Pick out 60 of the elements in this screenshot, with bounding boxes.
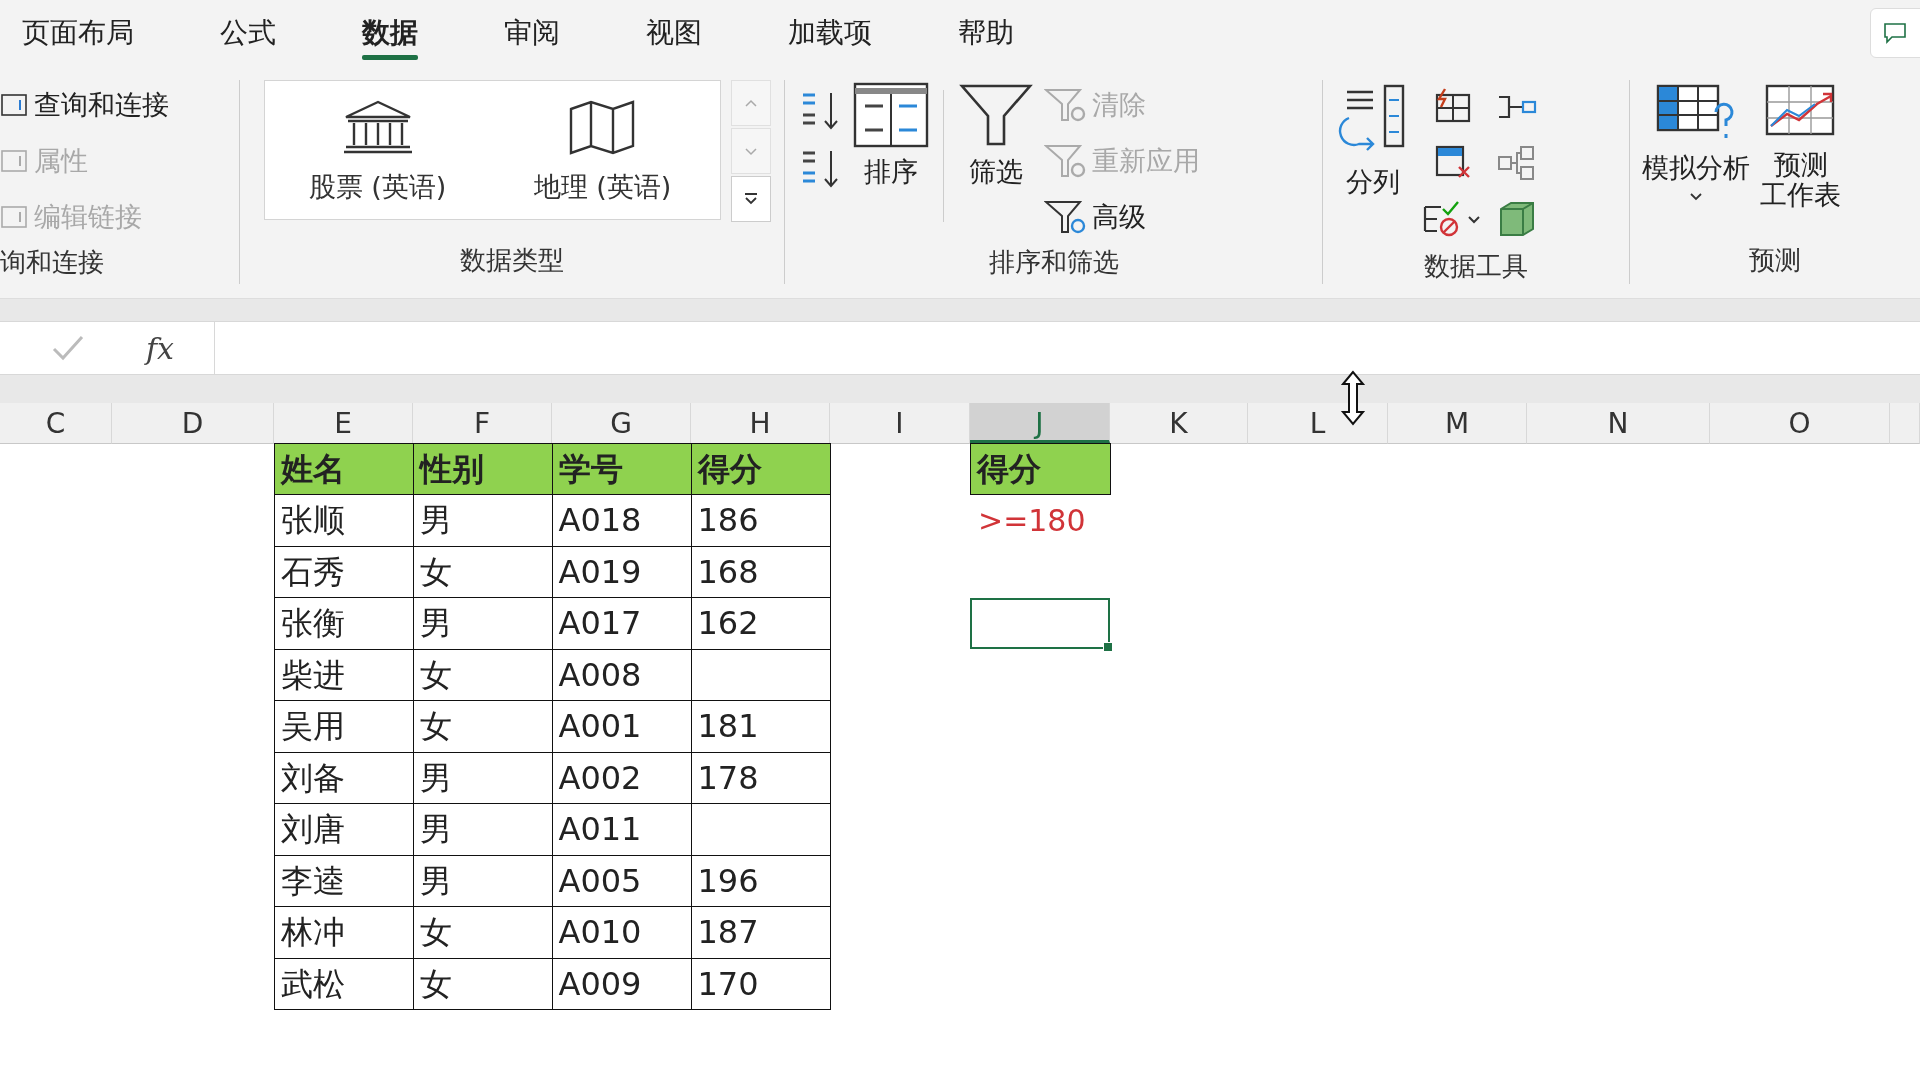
column-header[interactable]: I (830, 403, 970, 444)
column-header[interactable]: H (691, 403, 830, 444)
funnel-icon (1044, 86, 1088, 124)
column-header[interactable]: G (552, 403, 691, 444)
text-to-columns-button[interactable]: 分列 (1335, 80, 1411, 200)
group-label: 询和连接 (0, 246, 105, 279)
document-icon (0, 91, 30, 119)
sort-grid-icon (853, 82, 929, 148)
column-header[interactable]: O (1710, 403, 1890, 444)
more-button[interactable] (731, 176, 771, 222)
header-cell: 性别 (412, 442, 553, 495)
funnel-icon (958, 82, 1034, 148)
fill-handle[interactable] (1103, 642, 1113, 652)
ribbon-tab[interactable]: 加载项 (745, 0, 915, 66)
ribbon-button[interactable]: 查询和连接 (0, 80, 169, 130)
data-type-button[interactable]: 地理 (英语) (490, 81, 715, 219)
ribbon-tab[interactable]: 视图 (603, 0, 745, 66)
forecast-sheet-button[interactable]: 预测 工作表 (1760, 80, 1841, 210)
sort-button[interactable]: 排序 (853, 80, 929, 190)
table-cell: 武松 (273, 957, 414, 1010)
comment-icon (1883, 22, 1907, 44)
column-header[interactable]: E (274, 403, 413, 444)
check-icon[interactable] (50, 333, 86, 363)
filter-option-button[interactable]: 高级 (1044, 192, 1200, 242)
chevron-down-icon (744, 146, 758, 156)
group-label: 排序和筛选 (987, 246, 1120, 279)
data-type-button[interactable]: 股票 (英语) (265, 81, 490, 219)
group-label: 数据工具 (1423, 250, 1529, 283)
column-header[interactable]: J (970, 403, 1110, 443)
funnel-icon (1044, 198, 1088, 236)
group-label: 数据类型 (459, 244, 565, 277)
header-cell: 得分 (969, 442, 1111, 495)
document-icon (0, 203, 30, 231)
ribbon-tab[interactable]: 数据 (319, 0, 461, 66)
header-cell: 得分 (690, 442, 831, 495)
expand-icon (743, 192, 759, 206)
what-if-analysis-button[interactable]: 模拟分析 (1642, 80, 1750, 201)
comment-button[interactable] (1870, 8, 1920, 58)
ribbon-tab[interactable]: 审阅 (461, 0, 603, 66)
chevron-up-icon (744, 98, 758, 108)
caret-icon (1689, 192, 1703, 201)
column-header[interactable]: F (413, 403, 552, 444)
column-header[interactable]: M (1388, 403, 1527, 444)
column-header[interactable]: C (0, 403, 112, 444)
header-cell: 学号 (551, 442, 692, 495)
ribbon-tab[interactable]: 页面布局 (20, 0, 177, 66)
insert-function-button[interactable]: fx (146, 330, 175, 366)
criteria-cell-text: >=180 (977, 501, 1087, 540)
group-label: 预测 (1748, 244, 1802, 277)
ribbon-tab[interactable]: 帮助 (915, 0, 1057, 66)
table-cell: 170 (690, 957, 831, 1010)
column-header[interactable]: D (112, 403, 274, 444)
filter-button[interactable]: 筛选 (958, 80, 1034, 190)
column-header[interactable]: N (1527, 403, 1710, 444)
funnel-icon (1044, 142, 1088, 180)
document-icon (0, 147, 30, 175)
column-header[interactable]: K (1110, 403, 1248, 444)
header-cell: 姓名 (273, 442, 414, 495)
column-header[interactable]: L (1248, 403, 1388, 444)
ribbon-tab[interactable]: 公式 (177, 0, 319, 66)
